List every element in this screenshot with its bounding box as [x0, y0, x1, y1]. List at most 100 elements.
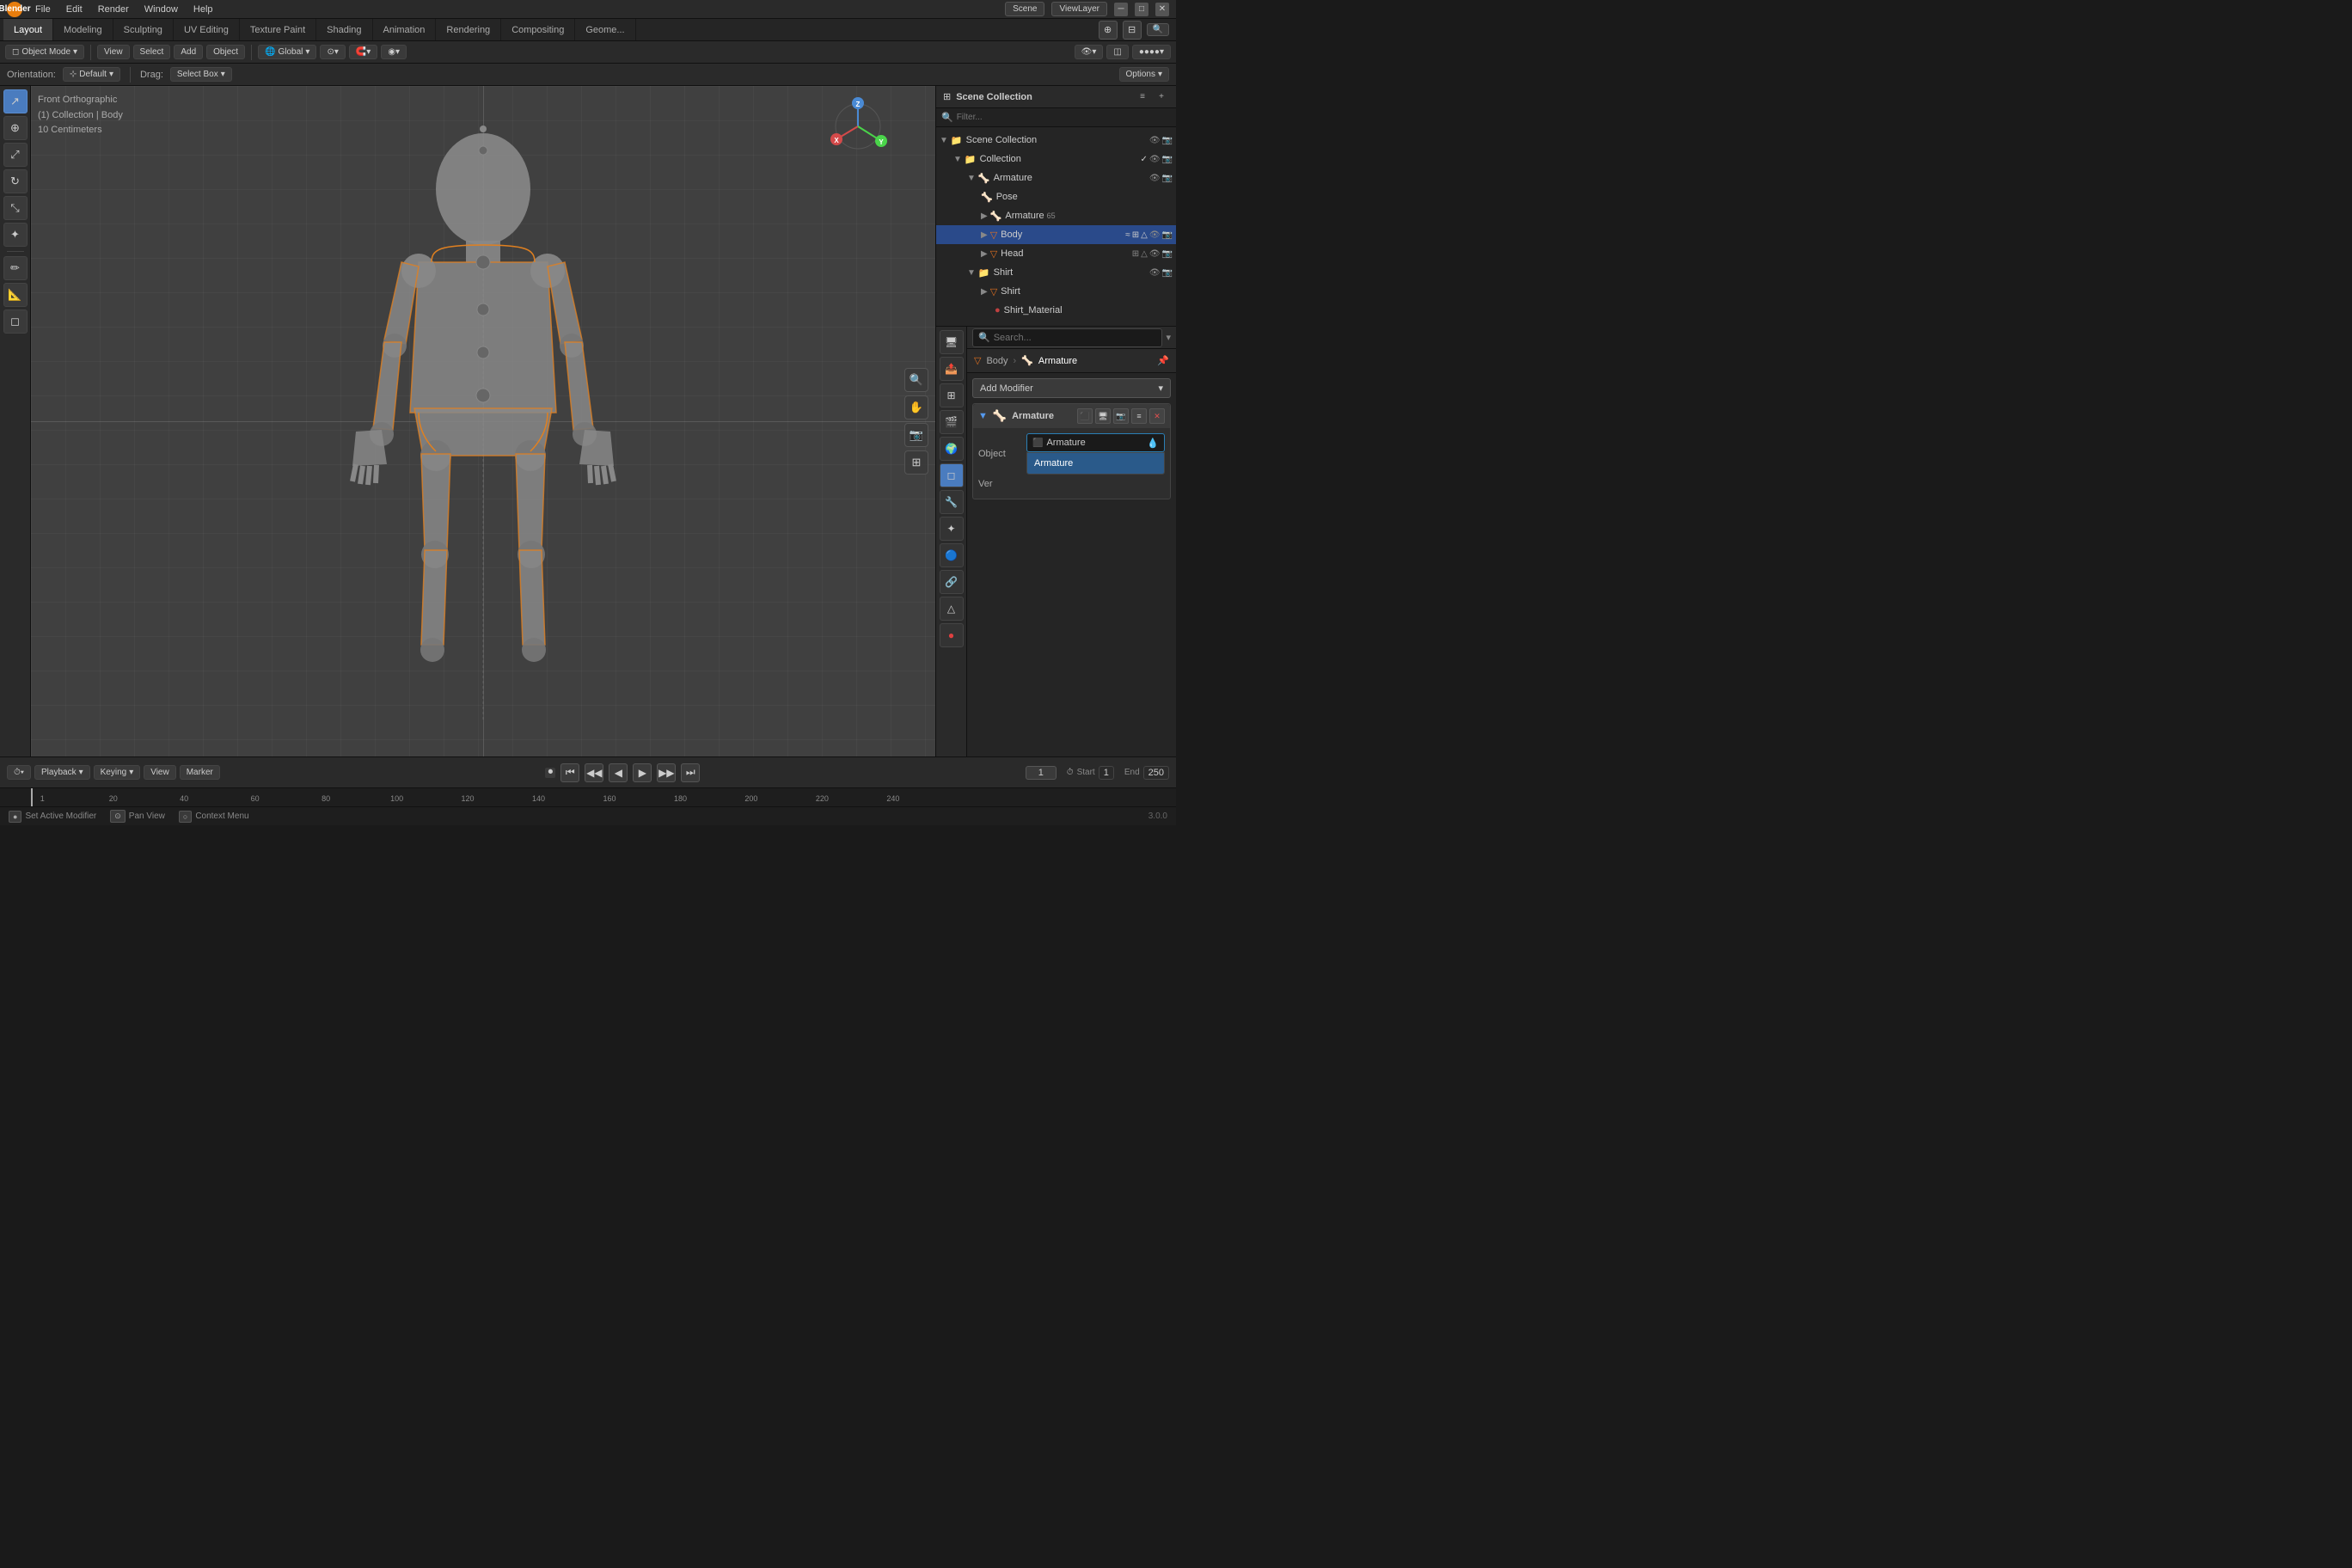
tool-add-cube[interactable]: ◻ [3, 309, 28, 334]
render-icon-shirt[interactable]: 📷 [1162, 268, 1173, 278]
tool-measure[interactable]: 📐 [3, 283, 28, 307]
tree-item-collection[interactable]: ▼ 📁 Collection ✓ 👁 📷 [936, 150, 1176, 168]
tree-item-armature-sub[interactable]: ▶ 🦴 Armature 65 [936, 206, 1176, 225]
timeline-view-btn[interactable]: View [144, 765, 176, 780]
snap-btn[interactable]: 🧲▾ [349, 45, 377, 59]
mod-camera-btn[interactable]: 📷 [1113, 408, 1129, 424]
viewport[interactable]: Front Orthographic (1) Collection | Body… [31, 86, 935, 756]
tool-select[interactable]: ↗ [3, 89, 28, 113]
menu-render[interactable]: Render [92, 3, 135, 16]
tab-animation[interactable]: Animation [373, 19, 437, 40]
view-btn[interactable]: View [97, 45, 130, 59]
drag-value[interactable]: Select Box ▾ [170, 67, 232, 82]
tab-uv-editing[interactable]: UV Editing [174, 19, 240, 40]
scene-selector[interactable]: Scene [1005, 2, 1044, 16]
render-preview-btn[interactable]: ⊞ [904, 450, 928, 475]
props-filter-toggle[interactable]: ▾ [1166, 332, 1171, 343]
pan-btn[interactable]: ✋ [904, 395, 928, 420]
tab-compositing[interactable]: Compositing [501, 19, 575, 40]
tab-shading[interactable]: Shading [316, 19, 372, 40]
menu-file[interactable]: File [29, 3, 57, 16]
props-tab-material[interactable]: ● [940, 623, 964, 647]
tree-item-body[interactable]: ▶ ▽ Body ≈ ⊞ △ 👁 📷 [936, 225, 1176, 244]
props-tab-scene[interactable]: 🎬 [940, 410, 964, 434]
props-tab-output[interactable]: 📤 [940, 357, 964, 381]
step-back-btn[interactable]: ◀◀ [585, 763, 603, 782]
mod-menu-btn[interactable]: ≡ [1131, 408, 1147, 424]
props-tab-physics[interactable]: 🔵 [940, 543, 964, 567]
outliner-filter-btn[interactable]: ≡ [1135, 89, 1150, 105]
mod-object-input[interactable]: ⬛ Armature 💧 [1026, 433, 1165, 452]
render-icon-arm[interactable]: 📷 [1162, 174, 1173, 183]
render-icon-body[interactable]: 📷 [1162, 230, 1173, 240]
tool-rotate[interactable]: ↻ [3, 169, 28, 193]
props-pin-btn[interactable]: 📌 [1157, 355, 1169, 366]
jump-end-btn[interactable]: ⏭ [681, 763, 700, 782]
mode-btn[interactable]: ◻ Object Mode ▾ [5, 45, 84, 59]
vis-icon-body[interactable]: 👁 [1149, 230, 1161, 240]
eyedropper-icon[interactable]: 💧 [1147, 438, 1159, 449]
search-btn[interactable]: 🔍 [1147, 23, 1169, 36]
viewport-shade-btn[interactable]: ●●●●▾ [1132, 45, 1171, 59]
tool-transform[interactable]: ✦ [3, 223, 28, 247]
data-icon-head[interactable]: ⊞ [1132, 249, 1139, 259]
tab-geometry[interactable]: Geome... [575, 19, 635, 40]
menu-window[interactable]: Window [138, 3, 184, 16]
tree-item-armature[interactable]: ▼ 🦴 Armature 👁 📷 [936, 168, 1176, 187]
autocomplete-item-armature[interactable]: Armature [1027, 453, 1164, 474]
props-tab-constraints[interactable]: 🔗 [940, 570, 964, 594]
props-tab-particles[interactable]: ✦ [940, 517, 964, 541]
play-back-btn[interactable]: ◀ [609, 763, 628, 782]
add-modifier-btn[interactable]: Add Modifier ▾ [972, 378, 1171, 398]
add-btn[interactable]: Add [174, 45, 203, 59]
vgroup-icon-body[interactable]: ⊞ [1132, 230, 1139, 240]
orientation-value[interactable]: ⊹ Default ▾ [63, 67, 120, 82]
props-tab-render[interactable]: 🖥 [940, 330, 964, 354]
props-tab-data[interactable]: △ [940, 597, 964, 621]
props-search-input[interactable] [994, 333, 1157, 343]
render-icon-scene[interactable]: 📷 [1162, 136, 1173, 145]
proportional-btn[interactable]: ◉▾ [381, 45, 407, 59]
step-fwd-btn[interactable]: ▶▶ [657, 763, 676, 782]
breadcrumb-body[interactable]: Body [986, 356, 1008, 366]
view-layer-selector[interactable]: ViewLayer [1051, 2, 1107, 16]
start-value[interactable]: 1 [1099, 766, 1114, 780]
menu-edit[interactable]: Edit [60, 3, 89, 16]
window-close[interactable]: ✕ [1155, 3, 1169, 16]
vis-icon-shirt[interactable]: 👁 [1149, 268, 1161, 278]
end-value[interactable]: 250 [1143, 766, 1169, 780]
tree-item-scene-collection[interactable]: ▼ 📁 Scene Collection 👁 📷 [936, 131, 1176, 150]
tab-layout[interactable]: Layout [3, 19, 53, 40]
playback-btn[interactable]: Playback ▾ [34, 765, 90, 780]
tree-item-shirt-obj[interactable]: ▶ ▽ Shirt [936, 282, 1176, 301]
vis-icon-arm[interactable]: 👁 [1149, 174, 1161, 183]
menu-help[interactable]: Help [187, 3, 219, 16]
tool-cursor[interactable]: ⊕ [3, 116, 28, 140]
vis-icon-coll[interactable]: 👁 [1149, 155, 1161, 164]
marker-btn[interactable]: Marker [180, 765, 220, 780]
tree-item-shirt-mat[interactable]: ● Shirt_Material [936, 301, 1176, 320]
outliner-add-btn[interactable]: + [1154, 89, 1169, 105]
outliner-search-input[interactable] [957, 113, 1171, 122]
jump-start-btn[interactable]: ⏮ [560, 763, 579, 782]
keying-btn[interactable]: Keying ▾ [94, 765, 141, 780]
xray-btn[interactable]: ◫ [1106, 45, 1128, 59]
object-btn[interactable]: Object [206, 45, 245, 59]
render-icon-head[interactable]: 📷 [1162, 249, 1173, 259]
tree-item-pose[interactable]: 🦴 Pose [936, 187, 1176, 206]
mod-close-btn[interactable]: ✕ [1149, 408, 1165, 424]
camera-btn[interactable]: 📷 [904, 423, 928, 447]
viewport-icon[interactable]: ⊟ [1123, 21, 1142, 40]
scene-icon[interactable]: ⊕ [1099, 21, 1118, 40]
mod-render-btn[interactable]: 🖥 [1095, 408, 1111, 424]
mod-realtime-btn[interactable]: ⬛ [1077, 408, 1093, 424]
tool-annotate[interactable]: ✏ [3, 256, 28, 280]
vis-icon-head[interactable]: 👁 [1149, 249, 1161, 259]
tab-rendering[interactable]: Rendering [436, 19, 501, 40]
props-tab-modifier[interactable]: 🔧 [940, 490, 964, 514]
window-maximize[interactable]: □ [1135, 3, 1148, 16]
record-btn[interactable]: ⏺ [545, 768, 555, 778]
transform-btn[interactable]: 🌐 Global ▾ [258, 45, 316, 59]
options-btn[interactable]: Options ▾ [1119, 67, 1170, 82]
tool-move[interactable]: ⤢ [3, 143, 28, 167]
